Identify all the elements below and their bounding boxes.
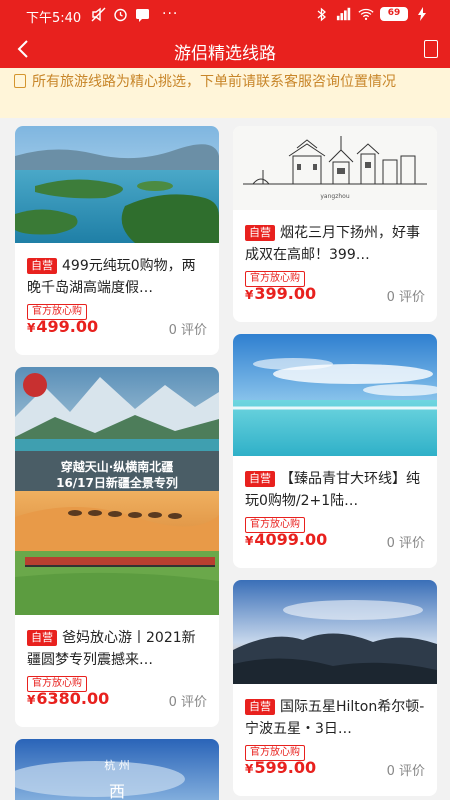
- product-card[interactable]: 自营 国际五星Hilton希尔顿-宁波五星・3日… 官方放心购 ¥599.00 0…: [233, 580, 437, 796]
- notice-text: 所有旅游线路为精心挑选，下单前请联系客服咨询位置情况: [32, 74, 396, 90]
- notice-icon: [14, 74, 26, 88]
- signal-icon: [336, 6, 352, 22]
- product-card[interactable]: 杭 州 西: [15, 739, 219, 800]
- more-notifications-icon: ···: [162, 6, 179, 22]
- alarm-icon: [112, 6, 128, 22]
- product-image-lake: [15, 126, 219, 243]
- product-price: ¥4099.00: [245, 530, 328, 549]
- review-count: 0 评价: [386, 764, 425, 779]
- review-count: 0 评价: [168, 695, 207, 710]
- product-image-xinjiang: 穿越天山·纵横南北疆 16/17日新疆全景专列: [15, 367, 219, 615]
- review-count: 0 评价: [168, 323, 207, 338]
- image-caption-2: 西: [109, 782, 125, 800]
- self-operated-badge: 自营: [245, 471, 275, 487]
- menu-icon[interactable]: [424, 40, 438, 58]
- product-card[interactable]: 自营 【臻品青甘大环线】纯玩0购物/2+1陆… 官方放心购 ¥4099.00 0 …: [233, 334, 437, 568]
- product-price: ¥599.00: [245, 758, 317, 777]
- review-count: 0 评价: [386, 290, 425, 305]
- product-price: ¥499.00: [27, 317, 99, 336]
- image-caption-1: 杭 州: [104, 758, 130, 772]
- wifi-icon: [358, 6, 374, 22]
- self-operated-badge: 自营: [27, 630, 57, 646]
- product-column-right: yangzhou 自营 烟花三月下扬州，好事成双在高邮！399… 官方放心购 ¥3…: [233, 126, 437, 800]
- nav-bar: 游侣精选线路: [0, 30, 450, 68]
- product-image-mountain-sunset: [233, 580, 437, 684]
- battery-icon: 69: [380, 7, 408, 21]
- clock: 下午5:40: [26, 11, 82, 26]
- product-image-yangzhou: yangzhou: [233, 126, 437, 210]
- product-price: ¥399.00: [245, 284, 317, 303]
- bluetooth-icon: [314, 6, 330, 22]
- mute-icon: [90, 6, 106, 22]
- status-bar: 下午5:40 ··· 69: [0, 0, 450, 30]
- notice-banner: 所有旅游线路为精心挑选，下单前请联系客服咨询位置情况: [0, 68, 450, 118]
- self-operated-badge: 自营: [27, 258, 57, 274]
- product-column-left: 自营 499元纯玩0购物，两晚千岛湖高端度假… 官方放心购 ¥499.00 0 评…: [15, 126, 219, 800]
- product-price: ¥6380.00: [27, 689, 110, 708]
- product-card[interactable]: 穿越天山·纵横南北疆 16/17日新疆全景专列 自营 爸妈放心游丨2021新疆圆梦…: [15, 367, 219, 727]
- self-operated-badge: 自营: [245, 225, 275, 241]
- charging-icon: [414, 6, 430, 22]
- image-caption-1: 穿越天山·纵横南北疆: [61, 459, 174, 474]
- product-image-sea: [233, 334, 437, 456]
- image-caption: yangzhou: [320, 193, 349, 200]
- product-image-hangzhou: 杭 州 西: [15, 739, 219, 800]
- message-icon: [134, 6, 150, 22]
- review-count: 0 评价: [386, 536, 425, 551]
- self-operated-badge: 自营: [245, 699, 275, 715]
- product-card[interactable]: 自营 499元纯玩0购物，两晚千岛湖高端度假… 官方放心购 ¥499.00 0 评…: [15, 126, 219, 355]
- product-card[interactable]: yangzhou 自营 烟花三月下扬州，好事成双在高邮！399… 官方放心购 ¥3…: [233, 126, 437, 322]
- image-caption-2: 16/17日新疆全景专列: [56, 475, 178, 490]
- page-title: 游侣精选线路: [174, 44, 276, 64]
